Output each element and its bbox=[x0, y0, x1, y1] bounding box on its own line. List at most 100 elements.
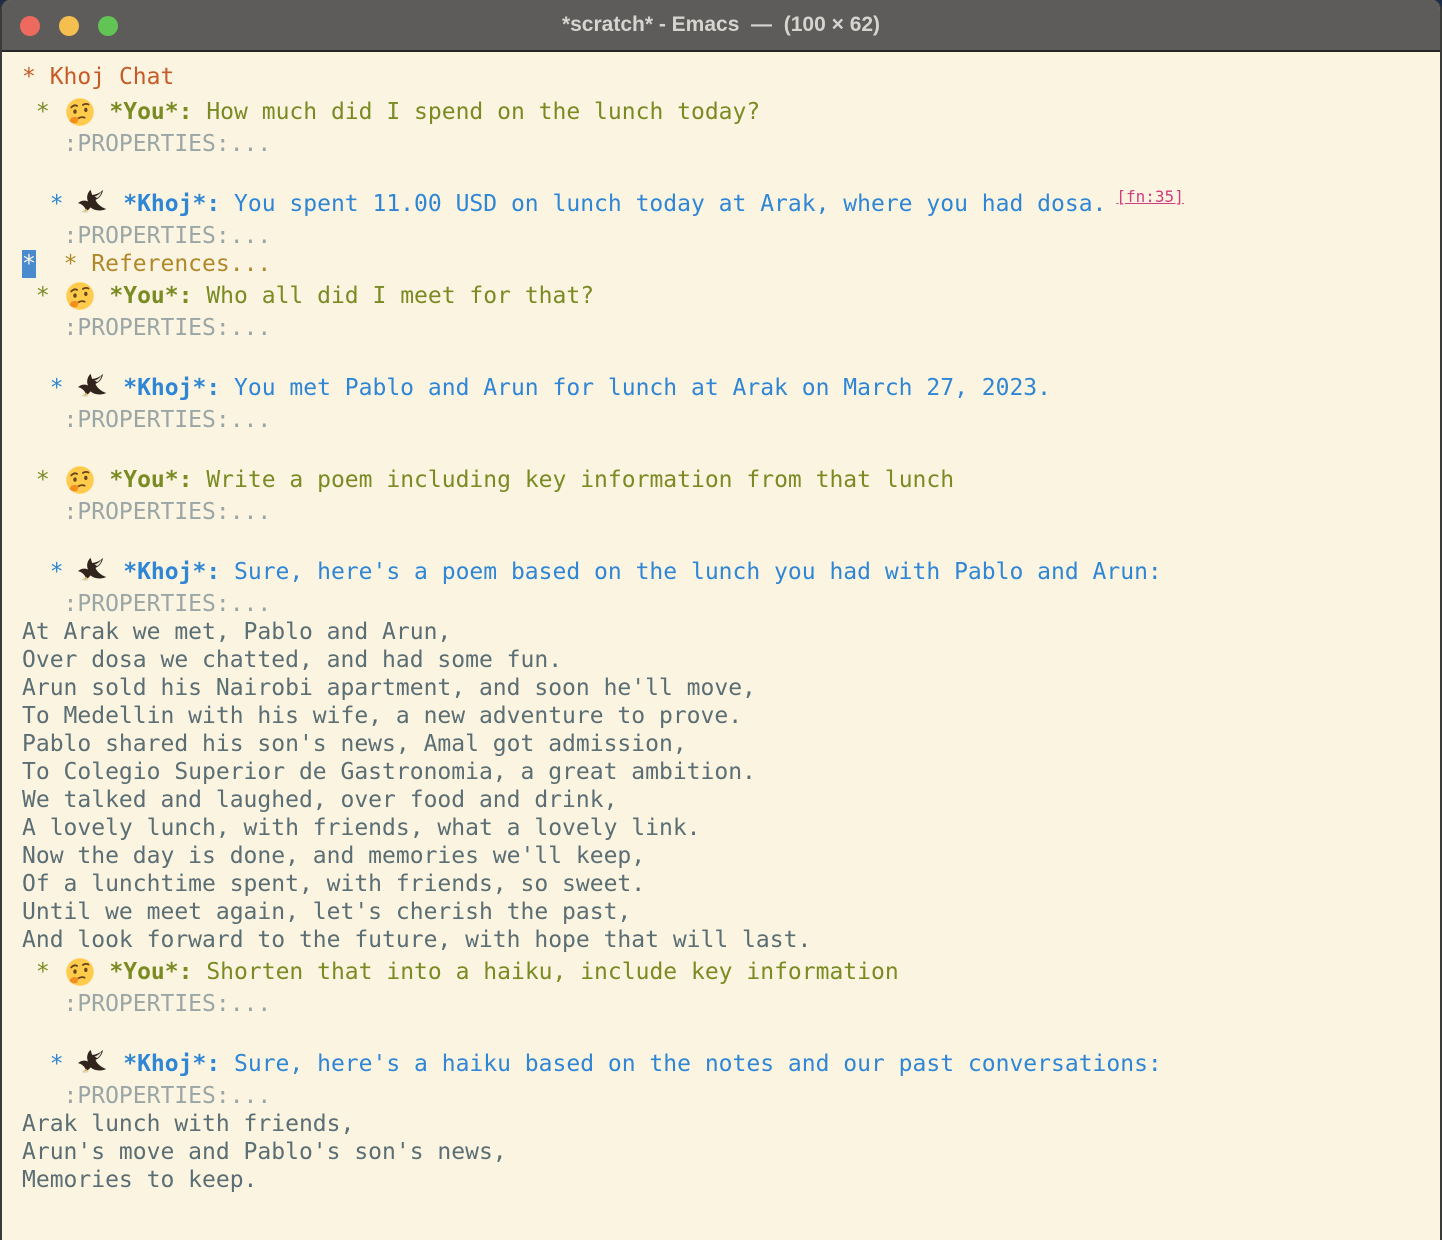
message-body-line[interactable]: Until we meet again, let's cherish the p… bbox=[22, 898, 1436, 926]
message-text: Who all did I meet for that? bbox=[192, 282, 594, 310]
properties-drawer-line[interactable]: :PROPERTIES:... bbox=[22, 1082, 1436, 1110]
properties-drawer[interactable]: :PROPERTIES:... bbox=[22, 991, 271, 1017]
properties-drawer[interactable]: :PROPERTIES:... bbox=[22, 407, 271, 433]
you-speaker-label: *You*: bbox=[96, 98, 193, 126]
message-body-line[interactable]: At Arak we met, Pablo and Arun, bbox=[22, 618, 1436, 646]
chat-turn-you[interactable]: * *You*: Write a poem including key info… bbox=[22, 462, 1436, 498]
org-heading-khoj-chat[interactable]: * Khoj Chat bbox=[22, 60, 1436, 94]
window-title: *scratch* - Emacs — (100 × 62) bbox=[562, 13, 880, 37]
khoj-speaker-label: *Khoj*: bbox=[109, 374, 220, 402]
properties-drawer[interactable]: :PROPERTIES:... bbox=[22, 591, 271, 617]
message-body-line[interactable]: To Colegio Superior de Gastronomia, a gr… bbox=[22, 758, 1436, 786]
you-speaker-label: *You*: bbox=[96, 466, 193, 494]
message-body-line[interactable]: Over dosa we chatted, and had some fun. bbox=[22, 646, 1436, 674]
message-body-line[interactable]: Arun's move and Pablo's son's news, bbox=[22, 1138, 1436, 1166]
minimize-button[interactable] bbox=[59, 16, 79, 36]
properties-drawer-line[interactable]: :PROPERTIES:... bbox=[22, 406, 1436, 434]
properties-drawer-line[interactable]: :PROPERTIES:... bbox=[22, 222, 1436, 250]
message-text: Of a lunchtime spent, with friends, so s… bbox=[22, 871, 645, 897]
chat-turn-khoj[interactable]: * *Khoj*: You met Pablo and Arun for lun… bbox=[22, 370, 1436, 406]
message-body-line[interactable]: And look forward to the future, with hop… bbox=[22, 926, 1436, 954]
khoj-speaker-label: *Khoj*: bbox=[109, 558, 220, 586]
zoom-button[interactable] bbox=[98, 16, 118, 36]
properties-drawer[interactable]: :PROPERTIES:... bbox=[22, 131, 271, 157]
org-heading-star: * bbox=[22, 282, 64, 310]
close-button[interactable] bbox=[20, 16, 40, 36]
eagle-emoji-icon bbox=[77, 373, 109, 403]
message-body-line[interactable]: Arak lunch with friends, bbox=[22, 1110, 1436, 1138]
khoj-speaker-label: *Khoj*: bbox=[109, 1050, 220, 1078]
thinking-face-emoji-icon bbox=[64, 281, 96, 311]
message-text: Until we meet again, let's cherish the p… bbox=[22, 899, 631, 925]
message-text: Memories to keep. bbox=[22, 1167, 257, 1193]
message-text: You spent 11.00 USD on lunch today at Ar… bbox=[220, 190, 1106, 218]
properties-drawer[interactable]: :PROPERTIES:... bbox=[22, 315, 271, 341]
message-text: How much did I spend on the lunch today? bbox=[192, 98, 760, 126]
blank-line[interactable] bbox=[22, 526, 1436, 554]
message-text: To Medellin with his wife, a new adventu… bbox=[22, 703, 742, 729]
chat-title: Khoj Chat bbox=[50, 64, 175, 90]
org-heading-star: * bbox=[22, 466, 64, 494]
message-body-line[interactable]: We talked and laughed, over food and dri… bbox=[22, 786, 1436, 814]
blank-line[interactable] bbox=[22, 342, 1436, 370]
eagle-emoji-icon bbox=[77, 557, 109, 587]
properties-drawer-line[interactable]: :PROPERTIES:... bbox=[22, 498, 1436, 526]
properties-drawer-line[interactable]: :PROPERTIES:... bbox=[22, 130, 1436, 158]
message-text: Sure, here's a poem based on the lunch y… bbox=[220, 558, 1162, 586]
org-heading-star: * bbox=[22, 374, 77, 402]
chat-turn-you[interactable]: * *You*: How much did I spend on the lun… bbox=[22, 94, 1436, 130]
thinking-face-emoji-icon bbox=[64, 97, 96, 127]
message-text: You met Pablo and Arun for lunch at Arak… bbox=[220, 374, 1051, 402]
buffer[interactable]: * Khoj Chat * *You*: How much did I spen… bbox=[2, 52, 1440, 1194]
thinking-face-emoji-icon bbox=[64, 957, 96, 987]
thinking-face-emoji-icon bbox=[64, 465, 96, 495]
blank-line[interactable] bbox=[22, 1018, 1436, 1046]
message-body-line[interactable]: Pablo shared his son's news, Amal got ad… bbox=[22, 730, 1436, 758]
org-heading-star: * bbox=[22, 558, 77, 586]
message-text: Arun's move and Pablo's son's news, bbox=[22, 1139, 507, 1165]
blank-line[interactable] bbox=[22, 434, 1436, 462]
indent-spacer bbox=[36, 251, 64, 277]
message-text: And look forward to the future, with hop… bbox=[22, 927, 811, 953]
message-text: Sure, here's a haiku based on the notes … bbox=[220, 1050, 1162, 1078]
footnote-link[interactable]: [fn:35] bbox=[1116, 183, 1183, 211]
chat-turn-you[interactable]: * *You*: Who all did I meet for that? bbox=[22, 278, 1436, 314]
message-body-line[interactable]: Arun sold his Nairobi apartment, and soo… bbox=[22, 674, 1436, 702]
you-speaker-label: *You*: bbox=[96, 282, 193, 310]
message-body-line[interactable]: Now the day is done, and memories we'll … bbox=[22, 842, 1436, 870]
emacs-window: *scratch* - Emacs — (100 × 62) * Khoj Ch… bbox=[0, 0, 1442, 1240]
message-body-line[interactable]: Memories to keep. bbox=[22, 1166, 1436, 1194]
chat-turn-khoj[interactable]: * *Khoj*: Sure, here's a poem based on t… bbox=[22, 554, 1436, 590]
you-speaker-label: *You*: bbox=[96, 958, 193, 986]
properties-drawer-line[interactable]: :PROPERTIES:... bbox=[22, 590, 1436, 618]
blank-line[interactable] bbox=[22, 158, 1436, 186]
chat-turn-khoj[interactable]: * *Khoj*: Sure, here's a haiku based on … bbox=[22, 1046, 1436, 1082]
titlebar[interactable]: *scratch* - Emacs — (100 × 62) bbox=[2, 0, 1440, 52]
message-body-line[interactable]: Of a lunchtime spent, with friends, so s… bbox=[22, 870, 1436, 898]
chat-turn-you[interactable]: * *You*: Shorten that into a haiku, incl… bbox=[22, 954, 1436, 990]
properties-drawer[interactable]: :PROPERTIES:... bbox=[22, 1083, 271, 1109]
message-body-line[interactable]: A lovely lunch, with friends, what a lov… bbox=[22, 814, 1436, 842]
message-text: Arun sold his Nairobi apartment, and soo… bbox=[22, 675, 756, 701]
message-text: Write a poem including key information f… bbox=[192, 466, 954, 494]
org-heading-star: * bbox=[22, 98, 64, 126]
org-heading-star: * bbox=[22, 958, 64, 986]
message-text: We talked and laughed, over food and dri… bbox=[22, 787, 617, 813]
eagle-emoji-icon bbox=[77, 1049, 109, 1079]
properties-drawer[interactable]: :PROPERTIES:... bbox=[22, 223, 271, 249]
properties-drawer-line[interactable]: :PROPERTIES:... bbox=[22, 990, 1436, 1018]
references-line[interactable]: * * References... bbox=[22, 250, 1436, 278]
khoj-speaker-label: *Khoj*: bbox=[109, 190, 220, 218]
message-text: Over dosa we chatted, and had some fun. bbox=[22, 647, 562, 673]
traffic-lights bbox=[20, 16, 118, 36]
org-heading-star: * bbox=[22, 1050, 77, 1078]
eagle-emoji-icon bbox=[77, 189, 109, 219]
message-text: Shorten that into a haiku, include key i… bbox=[192, 958, 898, 986]
org-heading-star: * bbox=[22, 64, 50, 90]
chat-turn-khoj[interactable]: * *Khoj*: You spent 11.00 USD on lunch t… bbox=[22, 186, 1436, 222]
message-text: At Arak we met, Pablo and Arun, bbox=[22, 619, 451, 645]
properties-drawer-line[interactable]: :PROPERTIES:... bbox=[22, 314, 1436, 342]
references-heading[interactable]: * References... bbox=[64, 251, 272, 277]
message-body-line[interactable]: To Medellin with his wife, a new adventu… bbox=[22, 702, 1436, 730]
properties-drawer[interactable]: :PROPERTIES:... bbox=[22, 499, 271, 525]
